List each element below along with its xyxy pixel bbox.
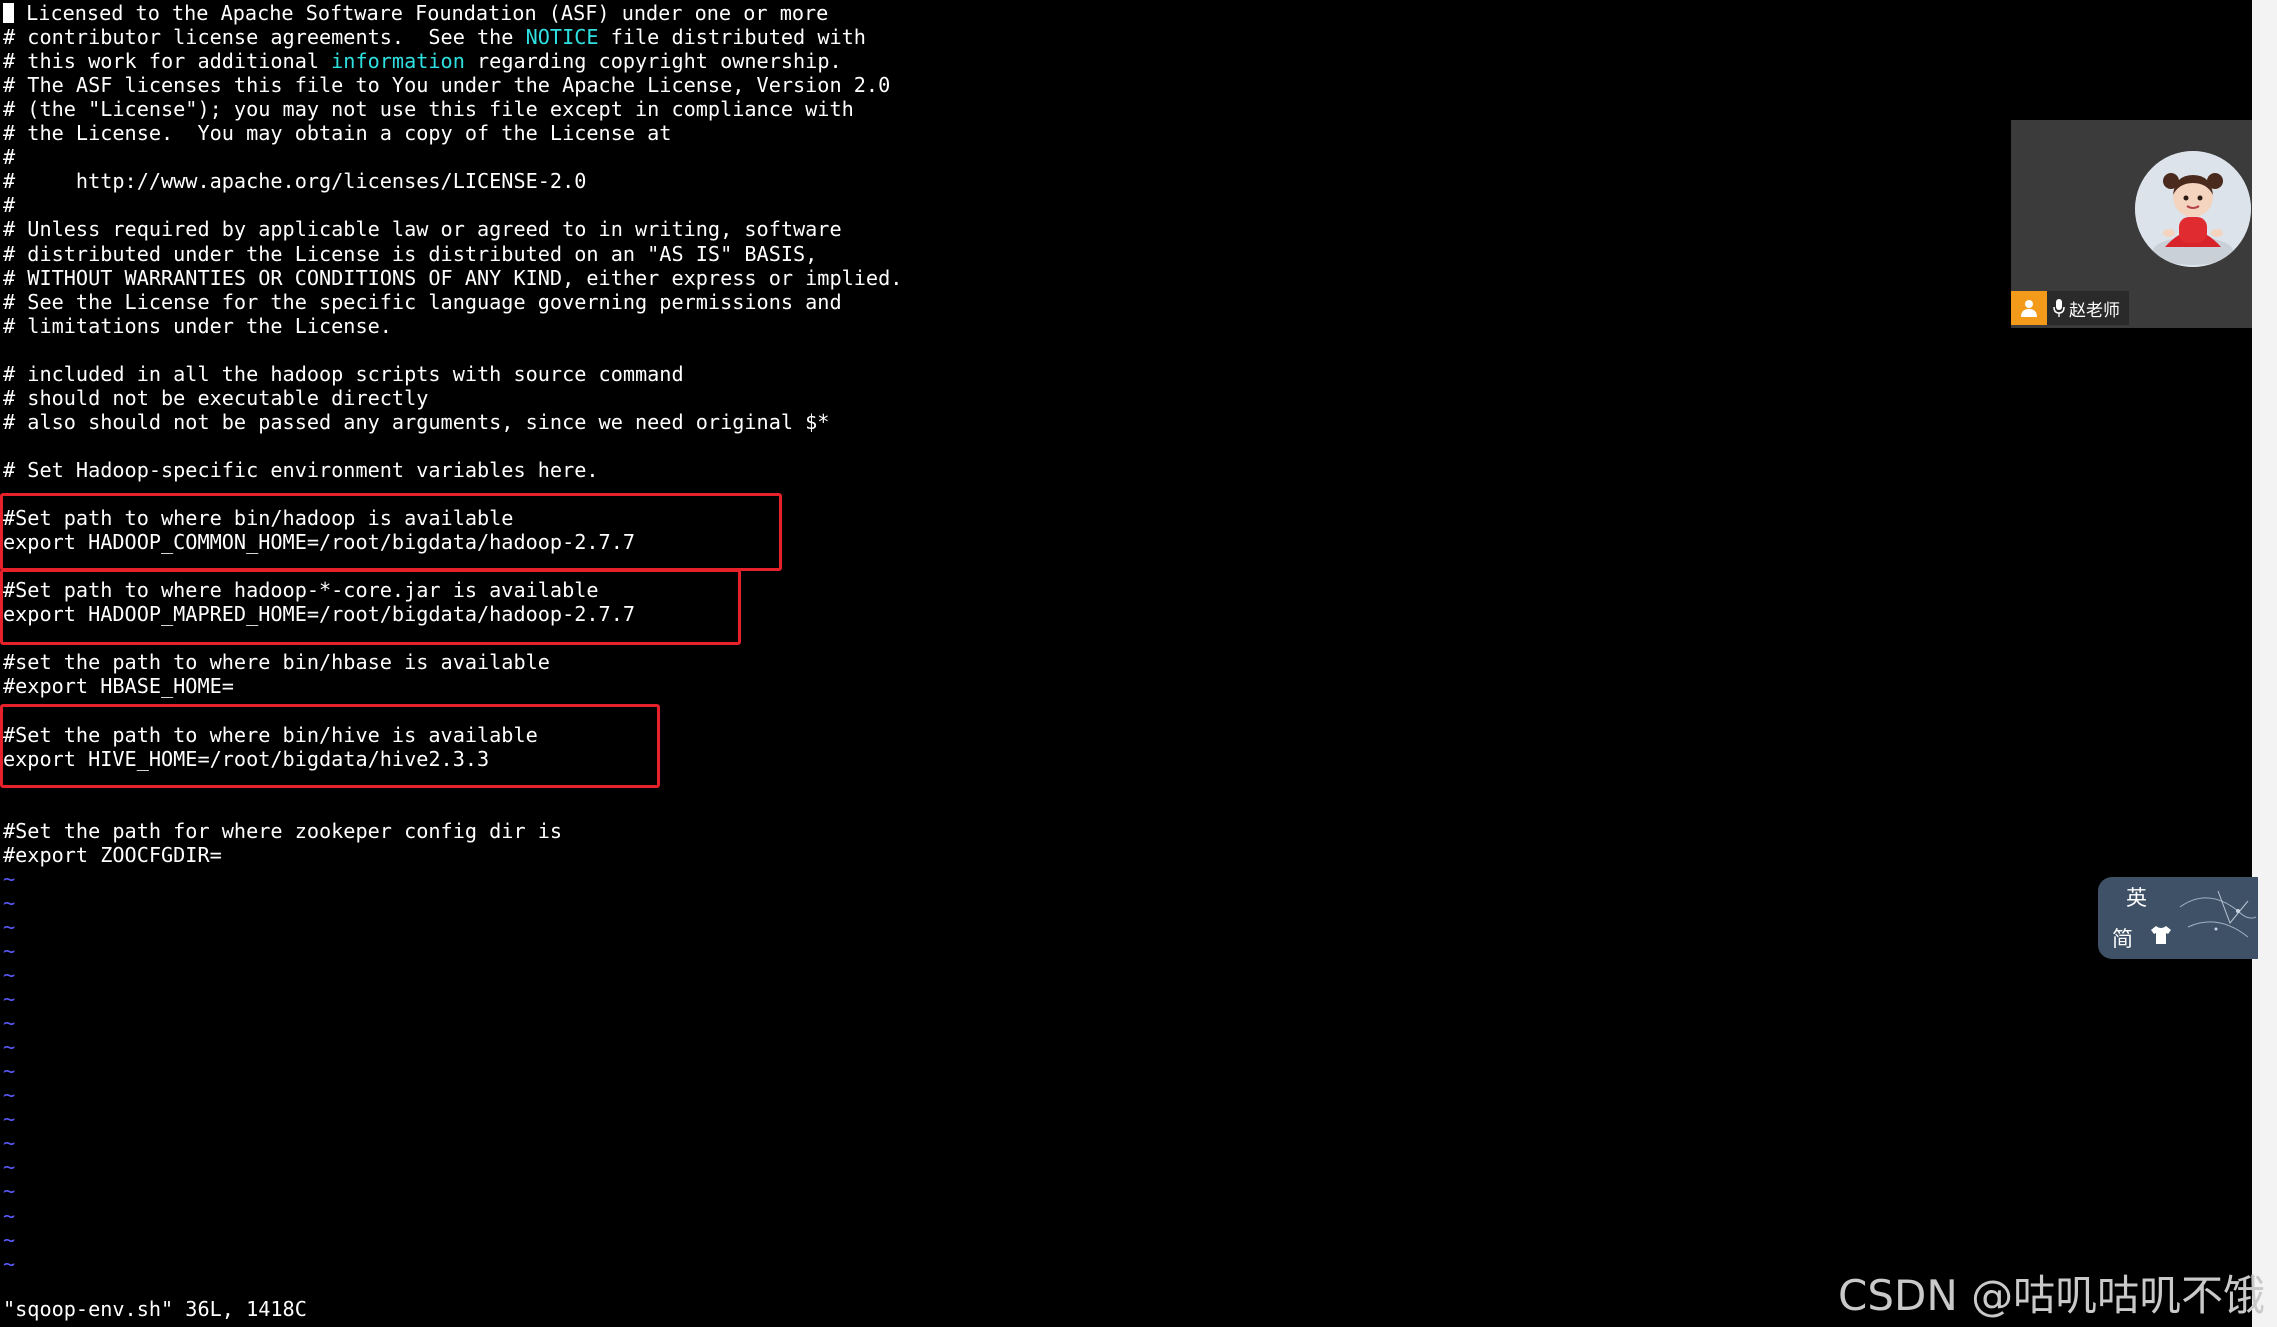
empty-line-marker: ~	[3, 1227, 16, 1252]
editor-line: # this work for additional information r…	[3, 49, 842, 73]
editor-line: # contributor license agreements. See th…	[3, 25, 866, 49]
editor-line-text: Licensed to the Apache Software Foundati…	[14, 1, 829, 25]
empty-line-marker: ~	[3, 938, 16, 963]
editor-keyword: information	[331, 49, 465, 74]
csdn-watermark: CSDN @咕叽咕叽不饿	[1838, 1271, 2266, 1320]
highlight-box-hadoop-common	[0, 493, 782, 571]
empty-line-marker: ~	[3, 963, 16, 987]
editor-line: Licensed to the Apache Software Foundati…	[3, 1, 828, 25]
editor-line-text: # distributed under the License is distr…	[3, 241, 818, 266]
user-icon	[2011, 291, 2047, 325]
editor-line-text: # this work for additional	[3, 49, 332, 74]
empty-line-marker: ~	[3, 914, 16, 939]
microphone-icon	[2053, 299, 2065, 317]
empty-line-marker: ~	[3, 1059, 16, 1084]
empty-line-marker: ~	[3, 1107, 16, 1132]
ime-language-toggle[interactable]: 英	[2126, 882, 2147, 912]
editor-line-text: # limitations under the License.	[3, 313, 392, 338]
editor-line-text: # contributor license agreements. See th…	[3, 25, 526, 50]
empty-line-marker: ~	[3, 1011, 16, 1036]
empty-line-marker: ~	[3, 1035, 16, 1060]
editor-line-text: # http://www.apache.org/licenses/LICENSE…	[3, 169, 587, 194]
editor-line-text: # included in all the hadoop scripts wit…	[3, 361, 684, 386]
editor-line-text: #Set the path for where zookeper config …	[3, 818, 563, 843]
editor-line: #export HBASE_HOME=	[3, 674, 234, 698]
editor-line: # The ASF licenses this file to You unde…	[3, 73, 890, 97]
text-cursor	[3, 3, 14, 23]
editor-line-text: #	[3, 145, 16, 170]
editor-line-text: # The ASF licenses this file to You unde…	[3, 73, 891, 98]
editor-line-text: # should not be executable directly	[3, 385, 429, 410]
highlight-box-hive-home	[0, 704, 660, 788]
ime-skin-icon[interactable]	[2150, 925, 2172, 949]
presenter-video-widget[interactable]: 赵老师	[2011, 120, 2252, 328]
window-edge	[2252, 0, 2277, 1327]
editor-line: # included in all the hadoop scripts wit…	[3, 362, 684, 386]
presenter-name-chip: 赵老师	[2047, 291, 2129, 325]
editor-keyword: NOTICE	[525, 25, 599, 50]
editor-line-text: # also should not be passed any argument…	[3, 409, 830, 434]
empty-line-marker: ~	[3, 1155, 16, 1180]
editor-line-text: #export ZOOCFGDIR=	[3, 842, 222, 867]
editor-line: # should not be executable directly	[3, 386, 428, 410]
editor-line-text: #	[3, 193, 16, 218]
presenter-avatar	[2135, 151, 2251, 267]
terminal-window[interactable]: Licensed to the Apache Software Foundati…	[0, 0, 2252, 1327]
highlight-box-hadoop-mapred	[0, 569, 741, 645]
empty-line-marker: ~	[3, 1179, 16, 1204]
editor-line-text: regarding copyright ownership.	[464, 49, 842, 74]
editor-line: # distributed under the License is distr…	[3, 242, 817, 266]
editor-line: # WITHOUT WARRANTIES OR CONDITIONS OF AN…	[3, 266, 902, 290]
empty-line-marker: ~	[3, 1131, 16, 1156]
editor-line-text: # (the "License"); you may not use this …	[3, 97, 854, 122]
ime-script-toggle[interactable]: 简	[2112, 923, 2133, 953]
editor-line-text: # WITHOUT WARRANTIES OR CONDITIONS OF AN…	[3, 265, 903, 290]
empty-line-marker: ~	[3, 1203, 16, 1228]
empty-line-marker: ~	[3, 1083, 16, 1108]
editor-line-text: file distributed with	[598, 25, 866, 50]
editor-line: # limitations under the License.	[3, 314, 392, 338]
vim-status-line: "sqoop-env.sh" 36L, 1418C	[3, 1297, 307, 1321]
editor-line-text: #export HBASE_HOME=	[3, 674, 234, 699]
editor-line: #Set the path for where zookeper config …	[3, 819, 562, 843]
editor-line: # (the "License"); you may not use this …	[3, 97, 854, 121]
presenter-name: 赵老师	[2069, 300, 2120, 321]
empty-line-marker: ~	[3, 1251, 16, 1276]
editor-line: #set the path to where bin/hbase is avai…	[3, 650, 550, 674]
editor-line: # the License. You may obtain a copy of …	[3, 121, 671, 145]
empty-line-marker: ~	[3, 866, 16, 891]
editor-line-text: # Unless required by applicable law or a…	[3, 217, 842, 242]
ime-toolbar[interactable]: 英 简	[2098, 877, 2258, 959]
editor-line-text: # Set Hadoop-specific environment variab…	[3, 457, 599, 482]
editor-line: #	[3, 145, 15, 169]
editor-line: # http://www.apache.org/licenses/LICENSE…	[3, 169, 586, 193]
editor-line: # Set Hadoop-specific environment variab…	[3, 458, 599, 482]
presenter-avatar-image	[2135, 151, 2251, 267]
presenter-name-bar: 赵老师	[2011, 291, 2129, 325]
editor-line: #export ZOOCFGDIR=	[3, 843, 222, 867]
editor-line-text: # See the License for the specific langu…	[3, 289, 842, 314]
empty-line-marker: ~	[3, 890, 16, 915]
empty-line-marker: ~	[3, 987, 16, 1012]
editor-line: # Unless required by applicable law or a…	[3, 217, 842, 241]
editor-line-text: # the License. You may obtain a copy of …	[3, 121, 672, 146]
editor-line-text: #set the path to where bin/hbase is avai…	[3, 650, 550, 675]
editor-line: #	[3, 193, 15, 217]
editor-line: # See the License for the specific langu…	[3, 290, 842, 314]
editor-line: # also should not be passed any argument…	[3, 410, 829, 434]
